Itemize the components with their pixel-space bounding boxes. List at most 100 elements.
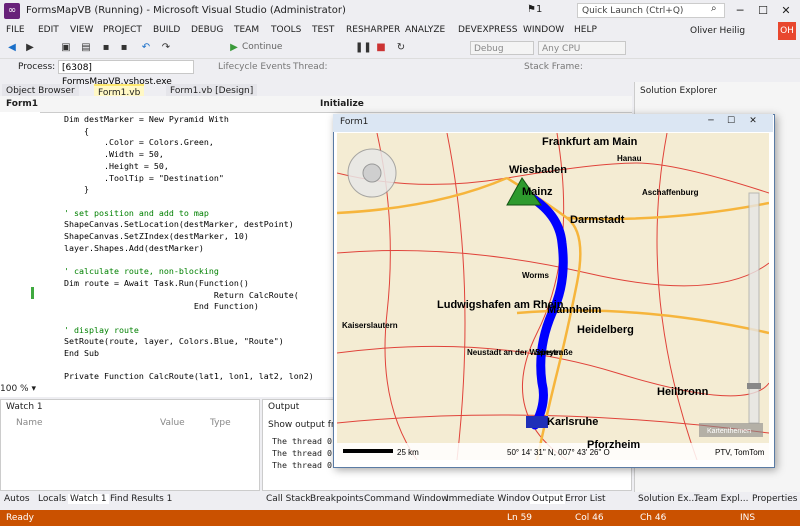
city-label: Wiesbaden [509, 164, 567, 176]
solution-configuration-select[interactable]: Debug [470, 41, 534, 55]
menu-analyze[interactable]: ANALYZE [405, 25, 445, 35]
code-line[interactable]: } [64, 184, 89, 194]
tab-error-list[interactable]: Error List [565, 494, 606, 504]
city-label: Darmstadt [570, 214, 625, 226]
watch-col-value[interactable]: Value [160, 418, 185, 428]
code-line[interactable]: layer.Shapes.Add(destMarker) [64, 243, 204, 253]
menu-bar: FILE EDIT VIEW PROJECT BUILD DEBUG TEAM … [0, 22, 800, 38]
continue-icon[interactable]: ▶ [228, 42, 240, 54]
code-line[interactable]: .Width = 50, [64, 149, 164, 159]
output-panel-title: Output [268, 402, 300, 412]
tab-watch-1[interactable]: Watch 1 [68, 494, 109, 504]
search-icon: ⌕ [711, 3, 717, 14]
tab-solution-explorer[interactable]: Solution Ex... [638, 494, 697, 504]
open-file-icon[interactable]: ▤ [80, 42, 92, 54]
menu-test[interactable]: TEST [312, 25, 334, 35]
code-line[interactable]: End Sub [64, 348, 99, 358]
code-line[interactable]: .Color = Colors.Green, [64, 137, 214, 147]
tab-find-results[interactable]: Find Results 1 [110, 494, 172, 504]
code-line[interactable]: .ToolTip = "Destination" [64, 173, 224, 183]
menu-window[interactable]: WINDOW [523, 25, 564, 35]
start-marker-icon [526, 416, 548, 428]
restart-icon[interactable]: ↻ [395, 42, 407, 54]
code-line[interactable]: ShapeCanvas.SetZIndex(destMarker, 10) [64, 231, 249, 241]
menu-tools[interactable]: TOOLS [271, 25, 301, 35]
forward-icon[interactable]: ▶ [24, 42, 36, 54]
coordinates-readout: 50° 14' 31" N, 007° 43' 26" O [507, 448, 610, 457]
menu-file[interactable]: FILE [6, 25, 25, 35]
tab-call-stack[interactable]: Call Stack [266, 494, 311, 504]
redo-icon[interactable]: ↷ [160, 42, 172, 54]
minimize-button[interactable]: ─ [729, 2, 751, 19]
watch-col-name[interactable]: Name [16, 418, 43, 428]
code-line[interactable]: ' calculate route, non-blocking [64, 266, 219, 276]
menu-resharper[interactable]: RESHARPER [346, 25, 400, 35]
tab-immediate-window[interactable]: Immediate Window [446, 494, 533, 504]
code-line[interactable]: ' set position and add to map [64, 208, 209, 218]
map-navigation-control[interactable] [347, 148, 397, 198]
menu-build[interactable]: BUILD [153, 25, 180, 35]
code-line[interactable]: ShapeCanvas.SetLocation(destMarker, dest… [64, 219, 294, 229]
map-control[interactable]: Frankfurt am Main Hanau Wiesbaden Mainz … [337, 133, 769, 460]
code-line[interactable]: ' display route [64, 325, 139, 335]
solution-platform-select[interactable]: Any CPU [538, 41, 626, 55]
tab-breakpoints[interactable]: Breakpoints [310, 494, 364, 504]
menu-debug[interactable]: DEBUG [191, 25, 223, 35]
undo-icon[interactable]: ↶ [140, 42, 152, 54]
form1-maximize-button[interactable]: ☐ [720, 114, 742, 128]
save-all-icon[interactable]: ▪ [118, 42, 130, 54]
menu-team[interactable]: TEAM [234, 25, 259, 35]
save-icon[interactable]: ▪ [100, 42, 112, 54]
menu-help[interactable]: HELP [574, 25, 597, 35]
watch-col-type[interactable]: Type [210, 418, 231, 428]
close-button[interactable]: ✕ [775, 2, 797, 19]
code-line[interactable]: .Height = 50, [64, 161, 169, 171]
stop-icon[interactable]: ■ [375, 42, 387, 54]
map-canvas[interactable]: Frankfurt am Main Hanau Wiesbaden Mainz … [337, 133, 769, 460]
status-bar [0, 510, 800, 526]
menu-devexpress[interactable]: DEVEXPRESS [458, 25, 517, 35]
code-line[interactable]: { [64, 126, 89, 136]
form1-minimize-button[interactable]: ─ [700, 114, 722, 128]
visual-studio-logo-icon: ∞ [4, 3, 20, 19]
map-copyright: PTV, TomTom [715, 448, 765, 457]
zoom-select[interactable]: 100 % ▾ [0, 384, 60, 396]
tab-properties[interactable]: Properties [752, 494, 797, 504]
menu-project[interactable]: PROJECT [103, 25, 142, 35]
code-line[interactable]: Private Function CalcRoute(lat1, lon1, l… [64, 371, 314, 381]
scale-label: 25 km [397, 448, 419, 457]
tab-autos[interactable]: Autos [4, 494, 30, 504]
new-project-icon[interactable]: ▣ [60, 42, 72, 54]
notification-flag-icon[interactable]: ⚑1 [527, 4, 542, 15]
tab-team-explorer[interactable]: Team Expl... [694, 494, 748, 504]
output-line: The thread 0 [272, 436, 332, 446]
process-select[interactable]: [6308] FormsMapVB.vshost.exe [58, 60, 194, 87]
city-label: Frankfurt am Main [542, 136, 638, 148]
menu-view[interactable]: VIEW [70, 25, 93, 35]
window-title: FormsMapVB (Running) - Microsoft Visual … [26, 5, 346, 16]
user-name[interactable]: Oliver Heilig [690, 26, 745, 36]
back-icon[interactable]: ◀ [6, 42, 18, 54]
form1-close-button[interactable]: ✕ [742, 114, 764, 128]
code-line[interactable]: SetRoute(route, layer, Colors.Blue, "Rou… [64, 336, 284, 346]
code-line[interactable]: End Function) [64, 301, 259, 311]
tab-locals[interactable]: Locals [38, 494, 66, 504]
tab-output[interactable]: Output [530, 494, 566, 504]
class-navigation-select[interactable]: Form1 [6, 99, 38, 109]
quick-launch-input[interactable]: Quick Launch (Ctrl+Q) [577, 3, 725, 18]
output-line: The thread 0 [272, 460, 332, 470]
city-label: Speyer [535, 348, 562, 357]
maximize-button[interactable]: ☐ [752, 2, 774, 19]
code-line[interactable]: Return CalcRoute( [64, 290, 299, 300]
continue-button[interactable]: Continue [242, 42, 282, 52]
zoom-slider[interactable] [747, 192, 761, 424]
output-source-select[interactable]: Show output fro [268, 420, 340, 430]
tab-command-window[interactable]: Command Window [364, 494, 449, 504]
lifecycle-events-button[interactable]: Lifecycle Events [218, 62, 291, 72]
status-char: Ch 46 [640, 513, 667, 523]
menu-edit[interactable]: EDIT [38, 25, 59, 35]
pause-icon[interactable]: ❚❚ [355, 42, 372, 54]
code-line[interactable]: Dim destMarker = New Pyramid With [64, 114, 229, 124]
member-navigation-select[interactable]: Initialize [320, 99, 364, 109]
code-line[interactable]: Dim route = Await Task.Run(Function() [64, 278, 249, 288]
